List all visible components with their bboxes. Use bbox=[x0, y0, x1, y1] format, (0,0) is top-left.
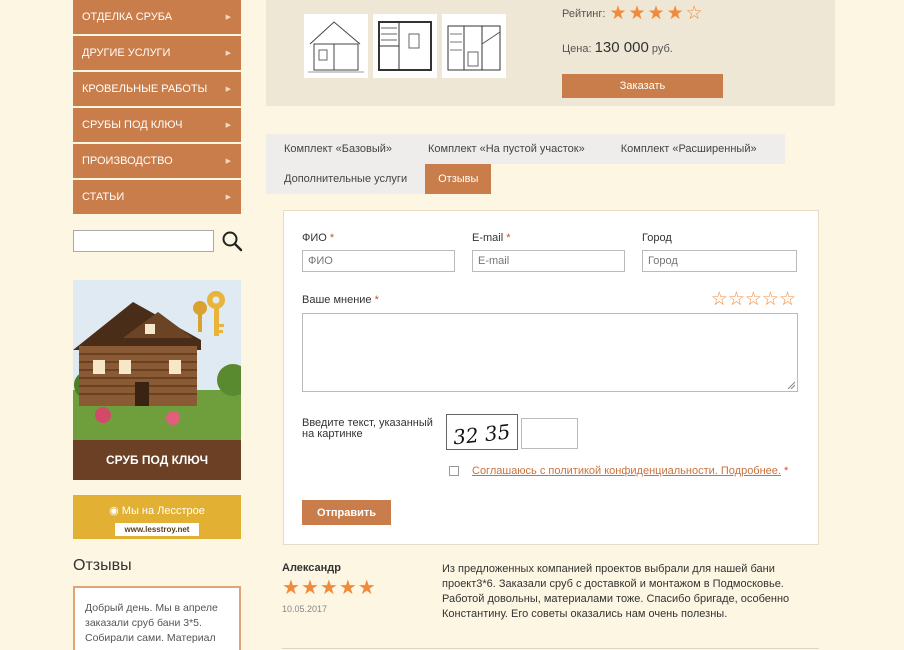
chevron-right-icon: ▶ bbox=[225, 14, 231, 21]
price-label: Цена: bbox=[562, 43, 592, 55]
lesstroy-title: ◉ Мы на Лесстрое bbox=[109, 505, 205, 517]
product-summary-panel: Рейтинг: ★ ★ ★ ★ ☆ Цена: 130 000 руб. За… bbox=[266, 0, 835, 106]
product-tabs: Комплект «Базовый» Комплект «На пустой у… bbox=[266, 134, 785, 194]
star-filled-icon: ★ bbox=[282, 577, 300, 599]
sidebar: ОТДЕЛКА СРУБА ▶ ДРУГИЕ УСЛУГИ ▶ КРОВЕЛЬН… bbox=[73, 0, 243, 650]
star-filled-icon: ★ bbox=[609, 3, 627, 24]
name-field[interactable] bbox=[302, 250, 455, 272]
log-house-image bbox=[73, 280, 241, 440]
menu-item-stati[interactable]: СТАТЬИ ▶ bbox=[73, 180, 241, 214]
submit-button[interactable]: Отправить bbox=[302, 500, 391, 525]
chevron-right-icon: ▶ bbox=[225, 50, 231, 57]
star-filled-icon: ★ bbox=[628, 3, 646, 24]
name-label: ФИО * bbox=[302, 232, 335, 244]
city-label: Город bbox=[642, 232, 672, 244]
chevron-right-icon: ▶ bbox=[225, 86, 231, 93]
star-empty-icon[interactable]: ☆ bbox=[762, 290, 779, 310]
email-label: E-mail * bbox=[472, 232, 511, 244]
tab-dopolnitelnye-uslugi[interactable]: Дополнительные услуги bbox=[266, 164, 426, 194]
captcha-image: 32 35 bbox=[446, 414, 518, 450]
opinion-textarea[interactable] bbox=[302, 313, 798, 392]
menu-item-krovelnye[interactable]: КРОВЕЛЬНЫЕ РАБОТЫ ▶ bbox=[73, 72, 241, 106]
product-rating: Рейтинг: ★ ★ ★ ★ ☆ bbox=[562, 4, 705, 24]
review-rating: ★ ★ ★ ★ ★ bbox=[282, 577, 377, 599]
star-filled-icon: ★ bbox=[666, 3, 684, 24]
lesstroy-url: www.lesstroy.net bbox=[115, 523, 199, 536]
tab-otzyvy[interactable]: Отзывы bbox=[425, 164, 492, 194]
search-icon[interactable] bbox=[221, 230, 243, 252]
tabs-row-2: Дополнительные услуги Отзывы bbox=[266, 164, 492, 194]
promo-caption: СРУБ ПОД КЛЮЧ bbox=[73, 440, 241, 480]
star-empty-icon: ☆ bbox=[685, 3, 703, 24]
chevron-right-icon: ▶ bbox=[225, 158, 231, 165]
tab-komplekt-rasshirennyy[interactable]: Комплект «Расширенный» bbox=[603, 134, 775, 164]
opinion-label: Ваше мнение * bbox=[302, 294, 379, 306]
rating-label: Рейтинг: bbox=[562, 8, 606, 20]
menu-item-proizvodstvo[interactable]: ПРОИЗВОДСТВО ▶ bbox=[73, 144, 241, 178]
lesstroy-logo-icon: ◉ bbox=[109, 505, 119, 517]
menu-item-drugie-uslugi[interactable]: ДРУГИЕ УСЛУГИ ▶ bbox=[73, 36, 241, 70]
star-empty-icon[interactable]: ☆ bbox=[711, 290, 728, 310]
consent-checkbox[interactable] bbox=[449, 466, 459, 476]
review-divider bbox=[282, 648, 819, 649]
product-price: Цена: 130 000 руб. bbox=[562, 39, 673, 56]
star-filled-icon: ★ bbox=[338, 577, 357, 599]
order-button[interactable]: Заказать bbox=[562, 74, 723, 98]
search-bar bbox=[73, 230, 248, 252]
review-date: 10.05.2017 bbox=[282, 604, 328, 614]
rating-input[interactable]: ☆ ☆ ☆ ☆ ☆ bbox=[711, 290, 796, 310]
plan-thumbnail-section[interactable] bbox=[442, 14, 506, 78]
menu-item-label: СТАТЬИ bbox=[82, 191, 125, 203]
menu-item-label: ОТДЕЛКА СРУБА bbox=[82, 11, 173, 23]
star-empty-icon[interactable]: ☆ bbox=[728, 290, 745, 310]
promo-banner-srub[interactable]: СРУБ ПОД КЛЮЧ bbox=[73, 280, 241, 480]
sidebar-review-text: Добрый день. Мы в апреле заказали сруб б… bbox=[85, 602, 218, 644]
chevron-right-icon: ▶ bbox=[225, 122, 231, 129]
sidebar-reviews-title: Отзывы bbox=[73, 557, 132, 574]
star-filled-icon: ★ bbox=[357, 577, 376, 599]
sidebar-review-card[interactable]: Добрый день. Мы в апреле заказали сруб б… bbox=[73, 586, 241, 650]
star-empty-icon[interactable]: ☆ bbox=[745, 290, 762, 310]
city-field[interactable] bbox=[642, 250, 797, 272]
star-filled-icon: ★ bbox=[300, 577, 319, 599]
required-mark: * bbox=[783, 465, 789, 477]
tab-komplekt-bazovyy[interactable]: Комплект «Базовый» bbox=[266, 134, 410, 164]
captcha-input[interactable] bbox=[521, 418, 578, 449]
privacy-consent: Соглашаюсь с политикой конфиденциальност… bbox=[449, 465, 788, 477]
price-unit: руб. bbox=[651, 43, 673, 55]
captcha-label: Введите текст, указанный на картинке bbox=[302, 417, 433, 440]
privacy-policy-link[interactable]: Соглашаюсь с политикой конфиденциальност… bbox=[472, 465, 781, 477]
star-empty-icon[interactable]: ☆ bbox=[779, 290, 796, 310]
svg-text:32 35: 32 35 bbox=[452, 420, 511, 449]
review-form: ФИО * E-mail * Город Ваше мнение * ☆ ☆ ☆… bbox=[283, 210, 819, 545]
menu-item-label: КРОВЕЛЬНЫЕ РАБОТЫ bbox=[82, 83, 208, 95]
email-field[interactable] bbox=[472, 250, 625, 272]
chevron-right-icon: ▶ bbox=[225, 194, 231, 201]
resize-handle-icon[interactable] bbox=[787, 381, 795, 389]
menu-item-label: ПРОИЗВОДСТВО bbox=[82, 155, 173, 167]
menu-item-label: ДРУГИЕ УСЛУГИ bbox=[82, 47, 171, 59]
review-text: Из предложенных компанией проектов выбра… bbox=[442, 563, 790, 620]
review-author: Александр bbox=[282, 562, 341, 574]
plan-thumbnail-floor[interactable] bbox=[373, 14, 437, 78]
menu-item-otdelka[interactable]: ОТДЕЛКА СРУБА ▶ bbox=[73, 0, 241, 34]
star-filled-icon: ★ bbox=[319, 577, 338, 599]
star-filled-icon: ★ bbox=[647, 3, 665, 24]
search-input[interactable] bbox=[73, 230, 214, 252]
plan-thumbnail-elevation[interactable] bbox=[304, 14, 368, 78]
menu-item-label: СРУБЫ ПОД КЛЮЧ bbox=[82, 119, 183, 131]
tab-komplekt-pustoy-uchastok[interactable]: Комплект «На пустой участок» bbox=[410, 134, 603, 164]
price-value: 130 000 bbox=[594, 39, 649, 56]
tabs-row-1: Комплект «Базовый» Комплект «На пустой у… bbox=[266, 134, 785, 164]
lesstroy-banner[interactable]: ◉ Мы на Лесстрое www.lesstroy.net bbox=[73, 495, 241, 539]
menu-item-sruby-pod-klyuch[interactable]: СРУБЫ ПОД КЛЮЧ ▶ bbox=[73, 108, 241, 142]
